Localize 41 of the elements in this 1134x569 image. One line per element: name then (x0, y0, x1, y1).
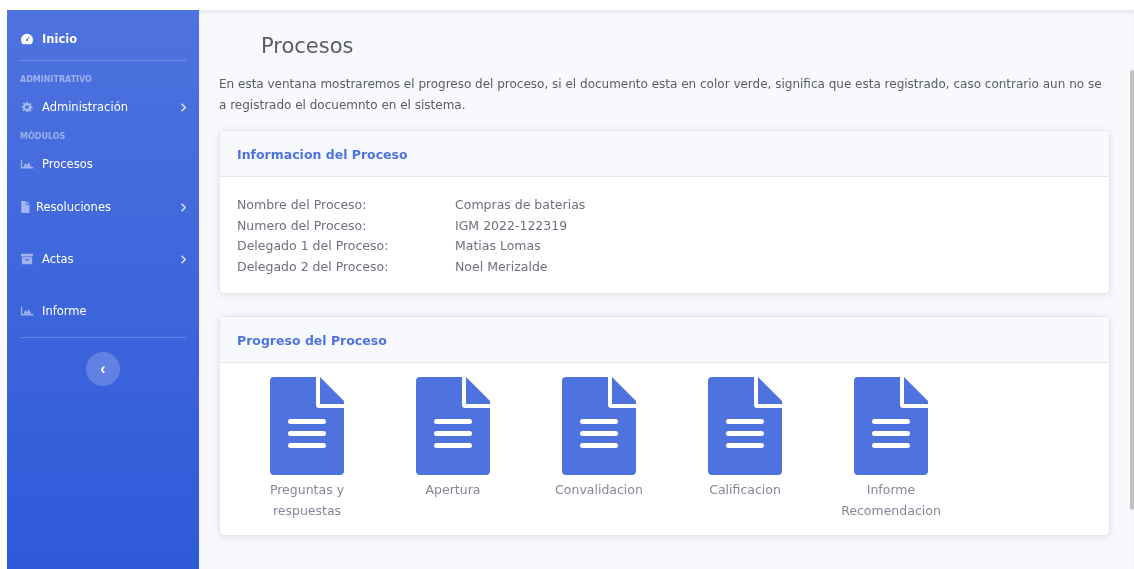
area-chart-icon (20, 305, 34, 317)
file-icon (20, 201, 30, 213)
sidebar-heading: MÓDULOS (20, 129, 67, 143)
sidebar-item[interactable]: Resoluciones (20, 181, 186, 233)
step-label: Convalidacion (554, 481, 644, 499)
sidebar-item[interactable]: Informe (20, 285, 186, 338)
chevron-right-icon (180, 202, 186, 212)
step-label: Calificacion (708, 481, 782, 499)
info-value: Compras de baterias (455, 196, 587, 214)
chevron-right-icon (180, 254, 186, 264)
card-title: Progreso del Proceso (237, 333, 387, 348)
step-label: Informe Recomendacion (840, 481, 942, 520)
collapse-button[interactable]: ‹ (86, 352, 120, 386)
sidebar-item[interactable]: Procesos (20, 147, 186, 181)
info-value: Noel Merizalde (455, 257, 549, 276)
settings-icon (20, 101, 34, 113)
document-icon[interactable] (854, 377, 928, 475)
page-title: Procesos (261, 34, 355, 58)
sidebar-item[interactable]: Inicio (20, 10, 186, 61)
document-icon[interactable] (416, 377, 490, 475)
document-icon[interactable] (708, 377, 782, 475)
chevron-right-icon (180, 102, 186, 112)
archive-icon (20, 253, 34, 265)
page-description: En esta ventana mostraremos el progreso del proceso, si el documento esta en color verde, significa que esta registrado, caso contrario aun no se a registrado el docuemnto en el sistema. (219, 76, 1103, 114)
step-label: Apertura (424, 481, 482, 499)
card-title: Informacion del Proceso (237, 147, 408, 162)
info-value: Matias Lomas (455, 237, 542, 255)
sidebar-item[interactable]: Actas (20, 233, 186, 285)
document-icon[interactable] (562, 377, 636, 475)
info-label: Delegado 2 del Proceso: (237, 257, 390, 276)
area-chart-icon (20, 158, 34, 170)
info-label: Numero del Proceso: (237, 216, 368, 235)
info-value: IGM 2022-122319 (455, 216, 569, 235)
sidebar-item[interactable]: Administración (20, 90, 186, 124)
scrollbar[interactable] (1130, 70, 1134, 510)
step-label: Preguntas y respuestas (268, 481, 346, 520)
info-label: Nombre del Proceso: (237, 196, 368, 214)
document-icon[interactable] (270, 377, 344, 475)
sidebar-heading: ADMINITRATIVO (20, 74, 93, 86)
info-label: Delegado 1 del Proceso: (237, 237, 390, 255)
gauge-icon (20, 33, 34, 45)
